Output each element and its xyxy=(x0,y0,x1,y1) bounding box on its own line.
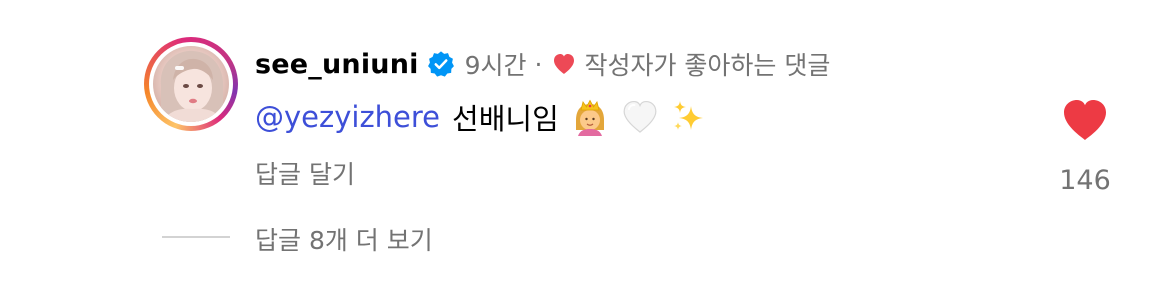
creator-liked-heart-icon xyxy=(552,53,576,75)
comment-header: see_uniuni 9시간 · 작성자가 좋아하는 댓글 xyxy=(255,44,830,84)
avatar xyxy=(153,46,229,122)
like-count: 146 xyxy=(1059,165,1111,196)
separator-dot: · xyxy=(534,49,543,79)
liked-by-creator-label: 작성자가 좋아하는 댓글 xyxy=(584,51,831,80)
avatar-story-ring[interactable] xyxy=(144,37,238,131)
replies-divider xyxy=(162,236,230,238)
mention-link[interactable]: @yezyizhere xyxy=(255,100,440,134)
like-heart-icon[interactable] xyxy=(1060,98,1110,142)
princess-emoji-icon xyxy=(571,98,609,136)
sparkles-emoji-icon xyxy=(671,98,709,136)
comment: see_uniuni 9시간 · 작성자가 좋아하는 댓글 @yezyizher… xyxy=(0,0,1170,286)
verified-badge-icon xyxy=(427,50,455,78)
comment-body: @yezyizhere 선배니임 xyxy=(255,95,709,139)
view-more-replies-button[interactable]: 답글 8개 더 보기 xyxy=(255,221,433,257)
reply-button[interactable]: 답글 달기 xyxy=(255,155,355,191)
comment-time: 9시간 xyxy=(464,51,527,80)
white-heart-emoji-icon xyxy=(621,98,659,136)
username[interactable]: see_uniuni xyxy=(255,49,419,80)
comment-text: 선배니임 xyxy=(452,102,559,136)
